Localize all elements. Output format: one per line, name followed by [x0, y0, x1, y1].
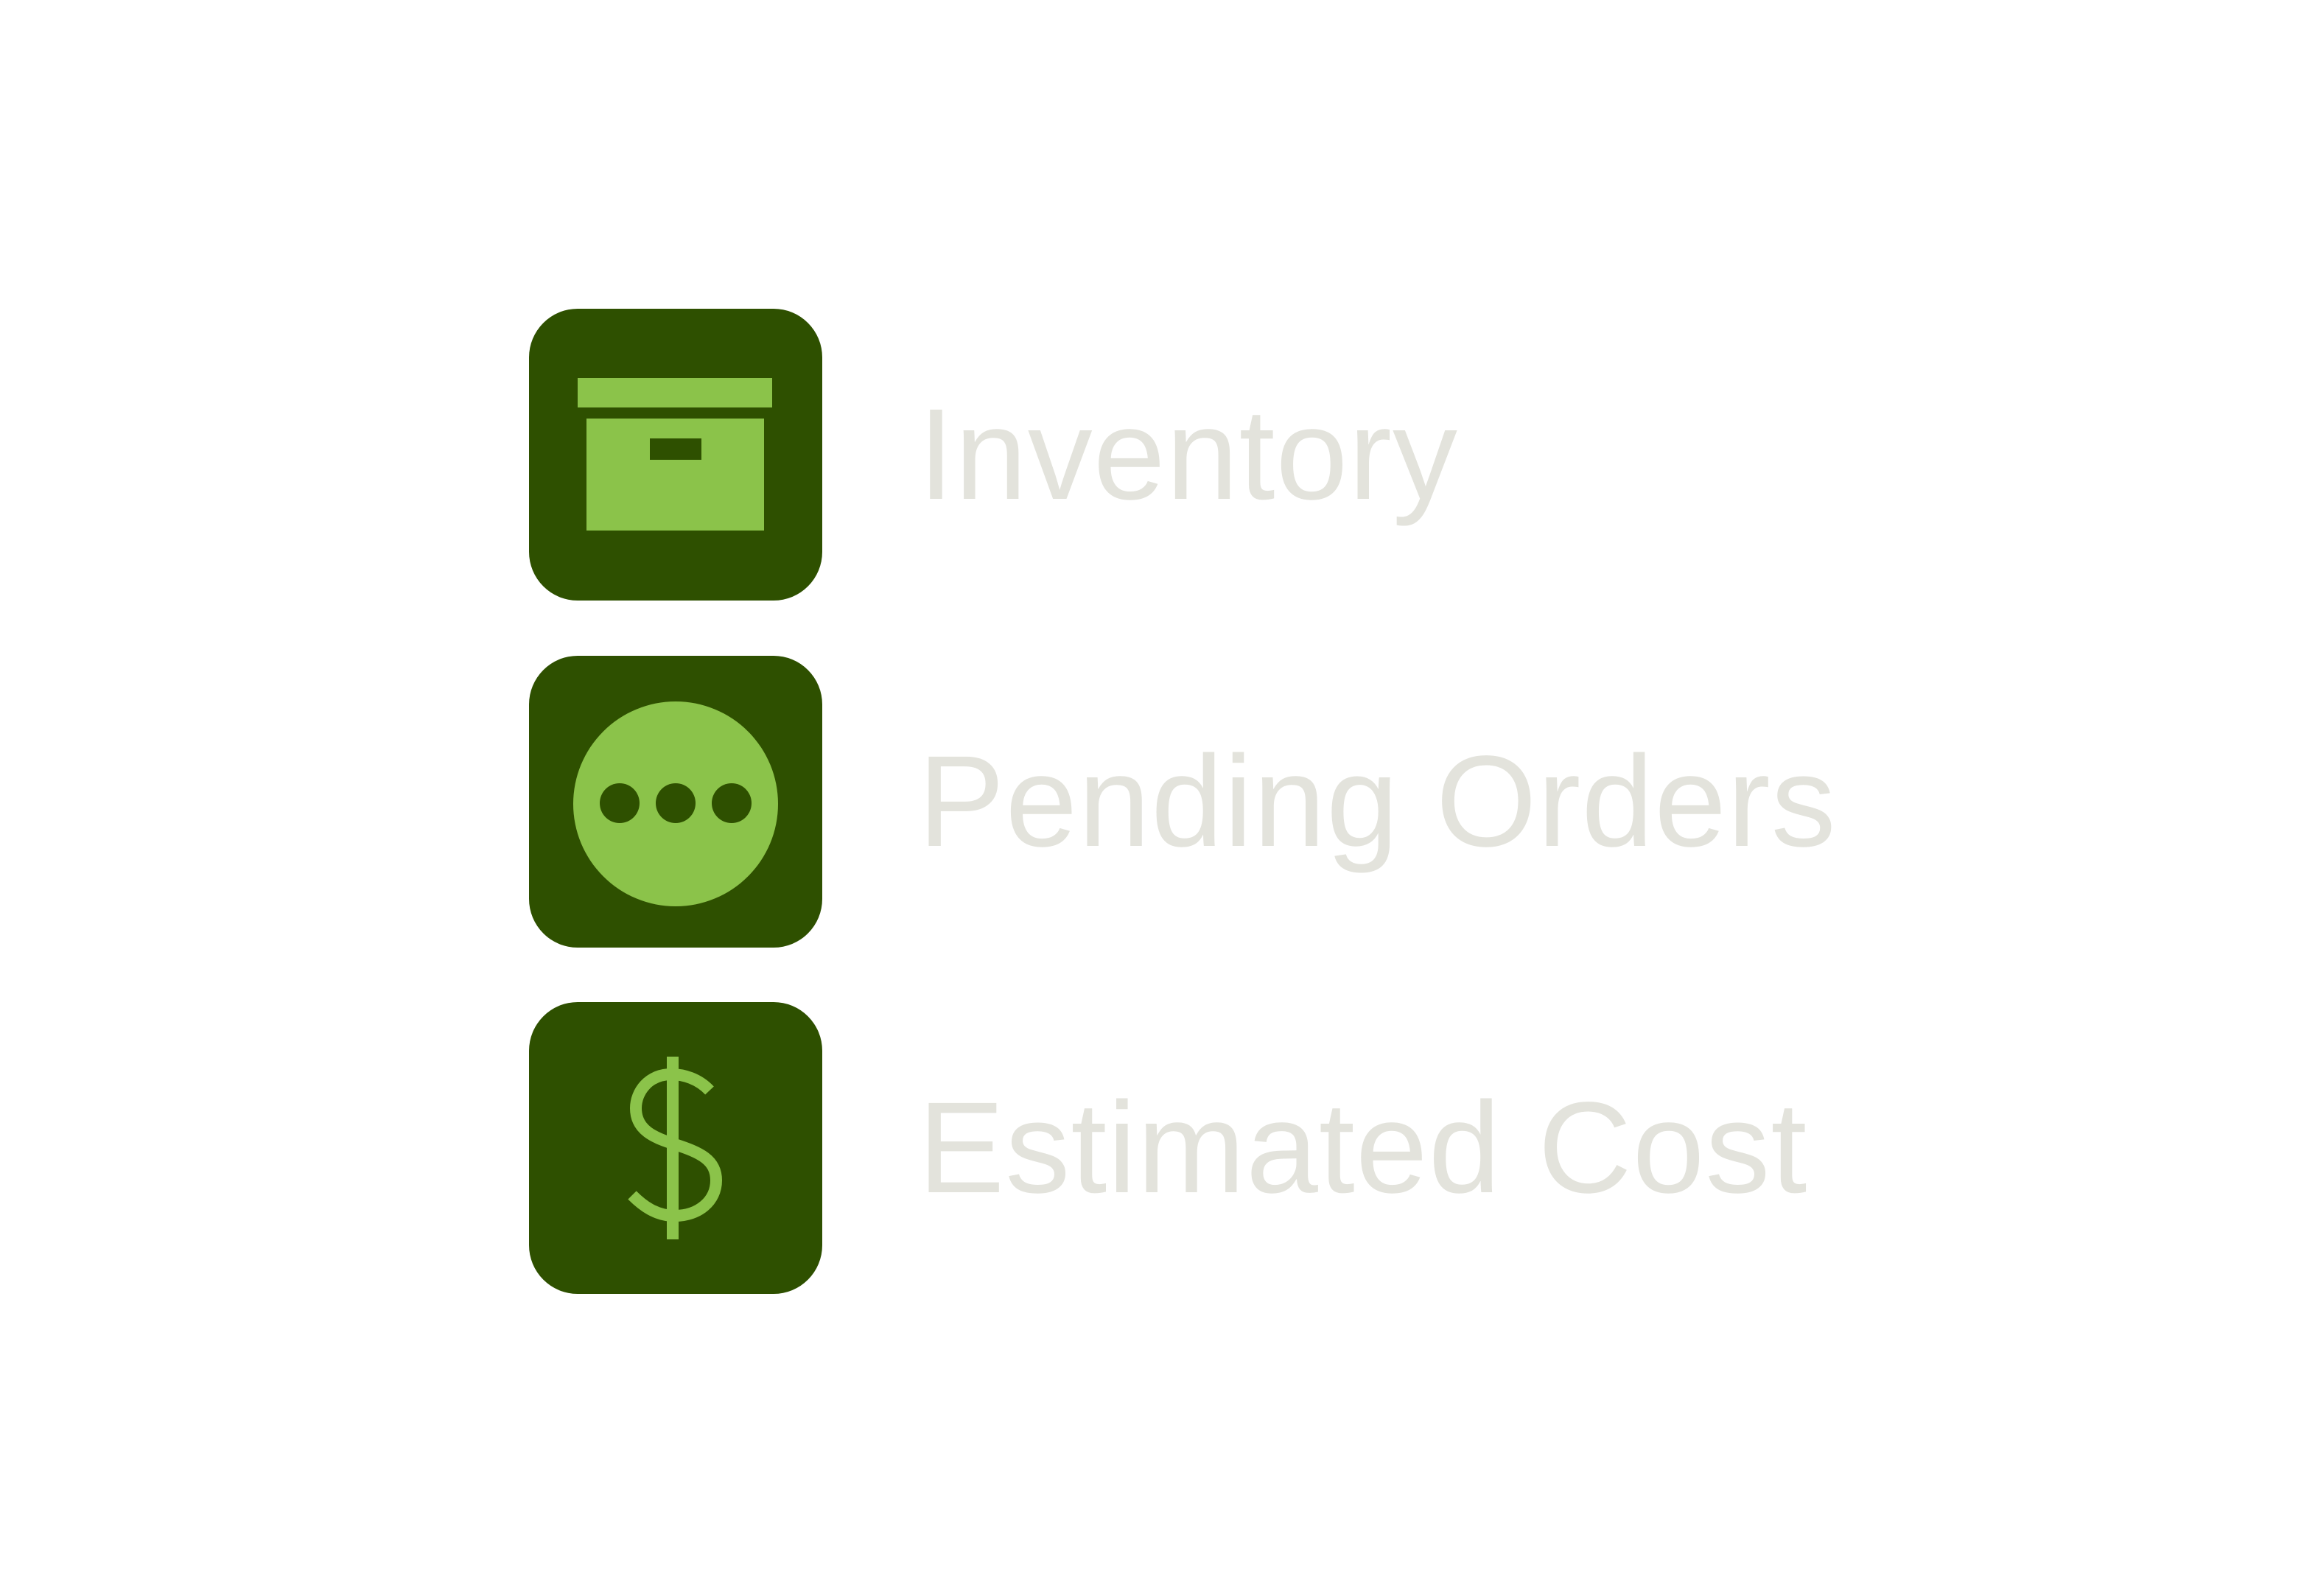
- menu-item-pending-orders[interactable]: Pending Orders: [529, 656, 1837, 948]
- dollar-sign-icon: [529, 1002, 822, 1294]
- more-horizontal-circle-icon: [529, 656, 822, 948]
- menu-item-label: Inventory: [918, 382, 1458, 527]
- archive-box-icon: [529, 309, 822, 601]
- menu-item-label: Estimated Cost: [918, 1076, 1808, 1220]
- menu-item-estimated-cost[interactable]: Estimated Cost: [529, 1002, 1807, 1294]
- menu-item-label: Pending Orders: [918, 729, 1837, 874]
- estimated-cost-tile: [529, 1002, 822, 1294]
- pending-orders-tile: [529, 656, 822, 948]
- inventory-tile: [529, 309, 822, 601]
- menu-item-inventory[interactable]: Inventory: [529, 309, 1458, 601]
